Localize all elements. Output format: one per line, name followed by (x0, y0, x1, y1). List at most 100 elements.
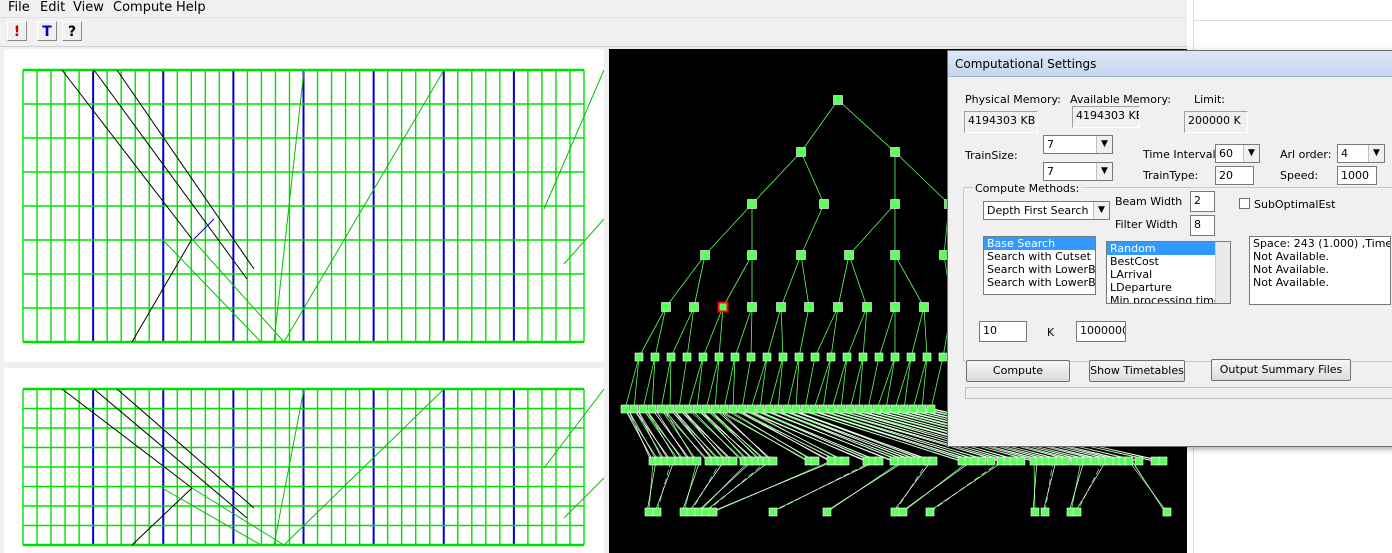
beam-width-label: Beam Width (1115, 195, 1183, 208)
list-item[interactable]: Search with LowerBou (984, 276, 1095, 289)
tree-edge (710, 460, 835, 513)
k-label: K (1047, 326, 1055, 339)
list-item[interactable]: LDeparture (1107, 281, 1230, 294)
search-method-list[interactable]: Base Search Search with Cutset Search wi… (983, 236, 1096, 295)
tree-node (717, 301, 729, 313)
menu-compute[interactable]: Compute (113, 0, 172, 17)
order-list-scrollbar[interactable] (1215, 242, 1230, 303)
tree-node (1016, 456, 1026, 466)
exclamation-icon[interactable]: ! (7, 21, 27, 41)
tree-node (665, 404, 675, 414)
tree-node (666, 352, 676, 362)
tree-node (1030, 507, 1040, 517)
tree-node (683, 404, 693, 414)
arl-order-combo[interactable]: 4 ▼ (1337, 144, 1385, 163)
k-left-input[interactable]: 10 (979, 321, 1027, 342)
tree-edge (741, 356, 752, 410)
time-interval-combo[interactable]: 60 ▼ (1215, 144, 1260, 163)
tree-node (686, 507, 696, 517)
tree-node (782, 404, 792, 414)
method-select[interactable]: Depth First Search ▼ (983, 201, 1110, 220)
tree-node (768, 507, 778, 517)
menu-file[interactable]: File (8, 0, 30, 17)
list-item[interactable]: LArrival (1107, 268, 1230, 281)
chevron-down-icon[interactable]: ▼ (1093, 202, 1109, 219)
list-item[interactable]: BestCost (1107, 255, 1230, 268)
list-item[interactable]: Search with Cutset (984, 250, 1095, 263)
tree-edge (885, 356, 896, 410)
tree-edge (923, 306, 928, 358)
tree-node (889, 456, 899, 466)
tree-edge (837, 254, 850, 308)
tree-node (1134, 456, 1144, 466)
tree-node (899, 404, 909, 414)
order-list[interactable]: Random BestCost LArrival LDeparture Min … (1106, 241, 1231, 304)
tree-node (906, 352, 916, 362)
tree-node (1162, 507, 1172, 517)
train-size-combo-2[interactable]: 7 ▼ (1043, 162, 1113, 181)
chevron-down-icon[interactable]: ▼ (1243, 145, 1259, 162)
tree-node (858, 352, 868, 362)
tree-node (826, 352, 836, 362)
list-item[interactable]: Base Search (984, 237, 1095, 250)
chevron-down-icon[interactable]: ▼ (1096, 136, 1112, 153)
tree-node (794, 352, 804, 362)
train-size-combo-1[interactable]: 7 ▼ (1043, 135, 1113, 154)
tree-node (836, 404, 846, 414)
chevron-down-icon[interactable]: ▼ (1096, 163, 1112, 180)
tree-edge (780, 306, 784, 358)
suboptimal-label: SubOptimalEst (1254, 198, 1336, 211)
filter-width-label: Filter Width (1115, 218, 1178, 231)
menu-edit[interactable]: Edit (40, 0, 65, 17)
speed-input[interactable]: 1000 (1337, 166, 1377, 185)
tree-edge (696, 356, 704, 410)
tree-node (762, 352, 772, 362)
tree-node (922, 352, 932, 362)
tree-node (819, 199, 829, 209)
tree-edge (800, 203, 825, 256)
tree-edge (800, 151, 825, 205)
output-summary-files-button[interactable]: Output Summary Files (1211, 359, 1351, 381)
speed-label: Speed: (1280, 169, 1319, 182)
chevron-down-icon[interactable]: ▼ (1368, 145, 1384, 162)
tree-edge (848, 203, 896, 256)
tree-edge (910, 306, 925, 358)
available-memory-value: 4194303 KB (1072, 106, 1140, 128)
k-right-input[interactable]: 1000000 (1076, 321, 1126, 342)
available-memory-label: Available Memory: (1070, 93, 1171, 106)
help-icon[interactable]: ? (62, 21, 82, 41)
tree-node (986, 456, 996, 466)
filter-width-input[interactable]: 8 (1190, 215, 1215, 236)
compute-button[interactable]: Compute (966, 360, 1070, 382)
tree-node (842, 352, 852, 362)
menu-help[interactable]: Help (176, 0, 206, 17)
train-path (543, 69, 604, 210)
limit-label: Limit: (1194, 93, 1225, 106)
list-item[interactable]: Min processing time (1107, 294, 1230, 303)
tree-node (833, 302, 843, 312)
tree-edge (696, 408, 750, 462)
results-list: Space: 243 (1.000) ,Time: 1 Not Availabl… (1249, 236, 1391, 305)
show-timetables-button[interactable]: Show Timetables (1089, 360, 1185, 382)
tree-edge (1042, 460, 1057, 513)
tree-edge (766, 306, 782, 358)
list-item[interactable]: Random (1107, 242, 1230, 255)
train-diagram-top (4, 49, 604, 362)
tree-node (773, 404, 783, 414)
beam-width-input[interactable]: 2 (1190, 191, 1215, 212)
tree-edge (867, 356, 880, 410)
train-type-input[interactable]: 20 (1215, 166, 1254, 185)
dialog-titlebar[interactable]: Computational Settings (948, 51, 1392, 77)
tree-node (650, 352, 660, 362)
suboptimal-checkbox[interactable] (1239, 198, 1250, 209)
tree-edge (800, 99, 839, 153)
list-item: Space: 243 (1.000) ,Time: 1 (1253, 237, 1390, 250)
menu-view[interactable]: View (73, 0, 104, 17)
tree-node (1158, 456, 1168, 466)
tree-node (700, 250, 710, 260)
tree-node (682, 352, 692, 362)
tree-node (863, 404, 873, 414)
list-item[interactable]: Search with LowerBou (984, 263, 1095, 276)
tree-node (708, 507, 718, 517)
text-icon[interactable]: T (37, 21, 57, 41)
